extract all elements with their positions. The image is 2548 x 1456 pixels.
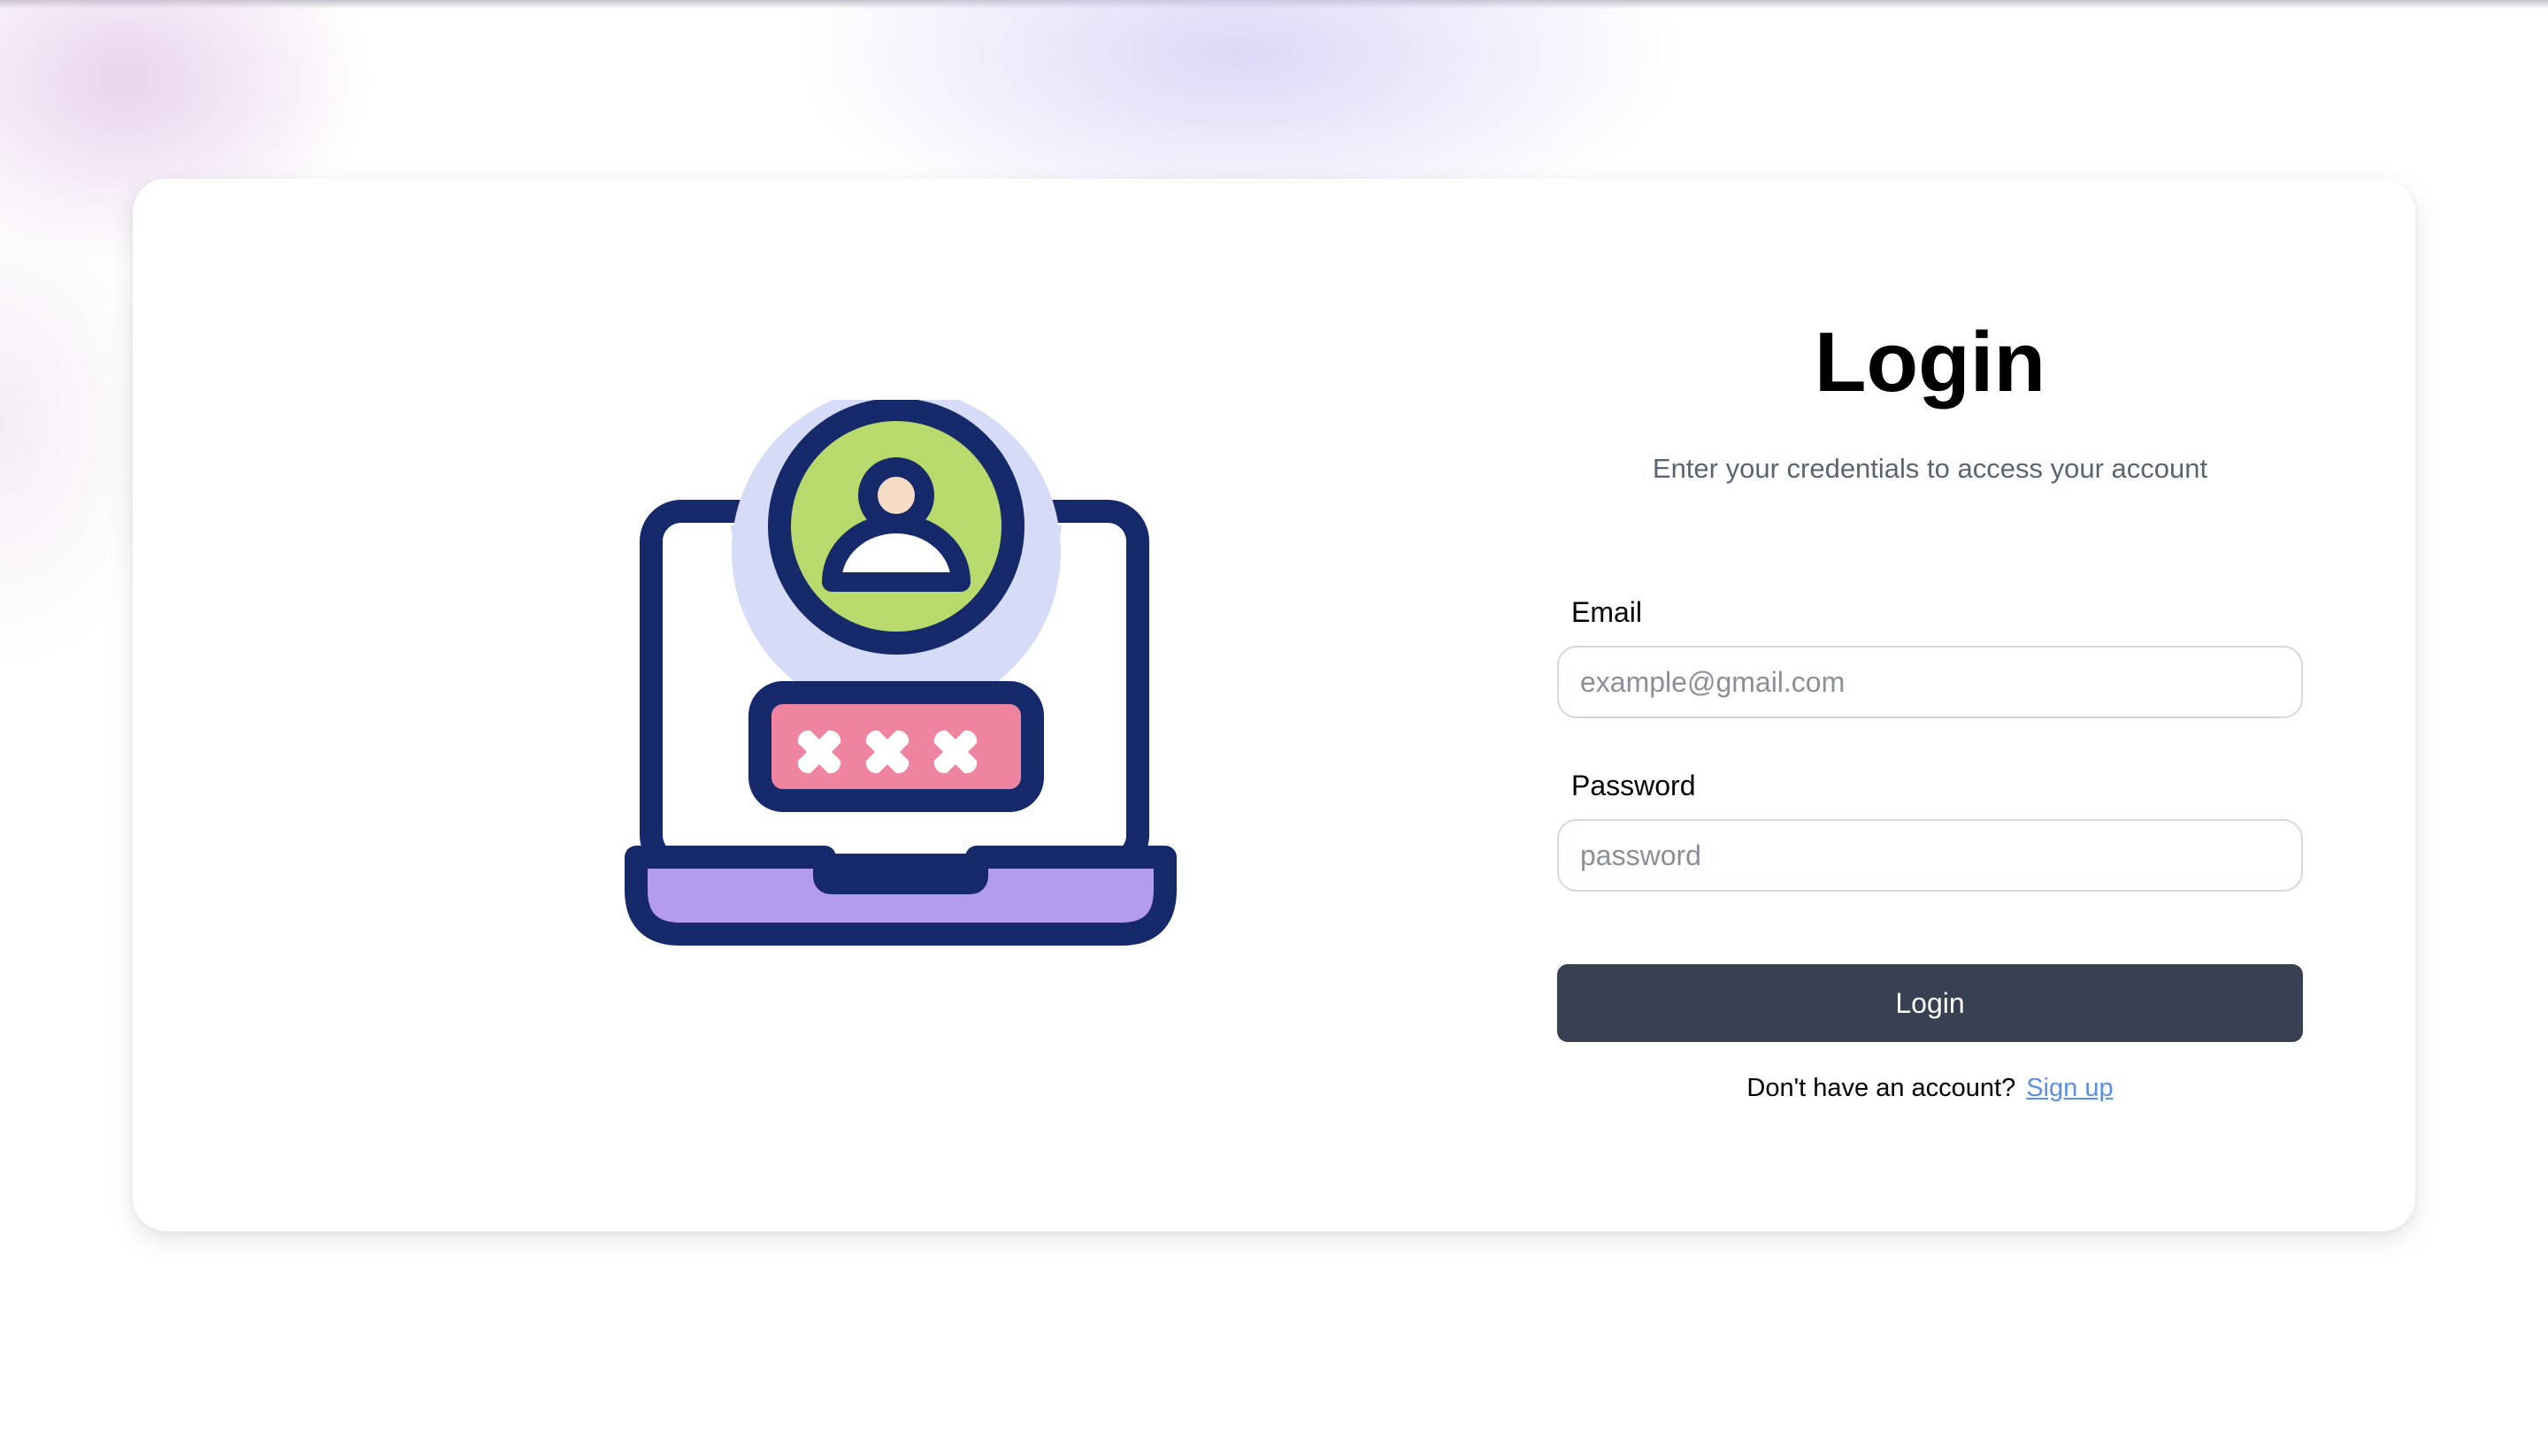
email-field[interactable] xyxy=(1557,646,2303,718)
email-label: Email xyxy=(1571,596,1643,628)
password-field[interactable] xyxy=(1557,819,2303,892)
login-page: Login Enter your credentials to access y… xyxy=(0,0,2548,1456)
page-subtitle: Enter your credentials to access your ac… xyxy=(1652,453,2208,484)
avatar-body xyxy=(822,514,971,592)
page-title: Login xyxy=(1814,315,2046,410)
signup-prompt: Don't have an account? xyxy=(1746,1074,2016,1102)
login-button[interactable]: Login xyxy=(1557,964,2303,1042)
password-label: Password xyxy=(1571,770,1696,801)
signup-link[interactable]: Sign up xyxy=(2026,1074,2113,1102)
laptop-user-login-icon xyxy=(625,400,1177,946)
signup-row: Don't have an account? Sign up xyxy=(1557,1070,2303,1106)
